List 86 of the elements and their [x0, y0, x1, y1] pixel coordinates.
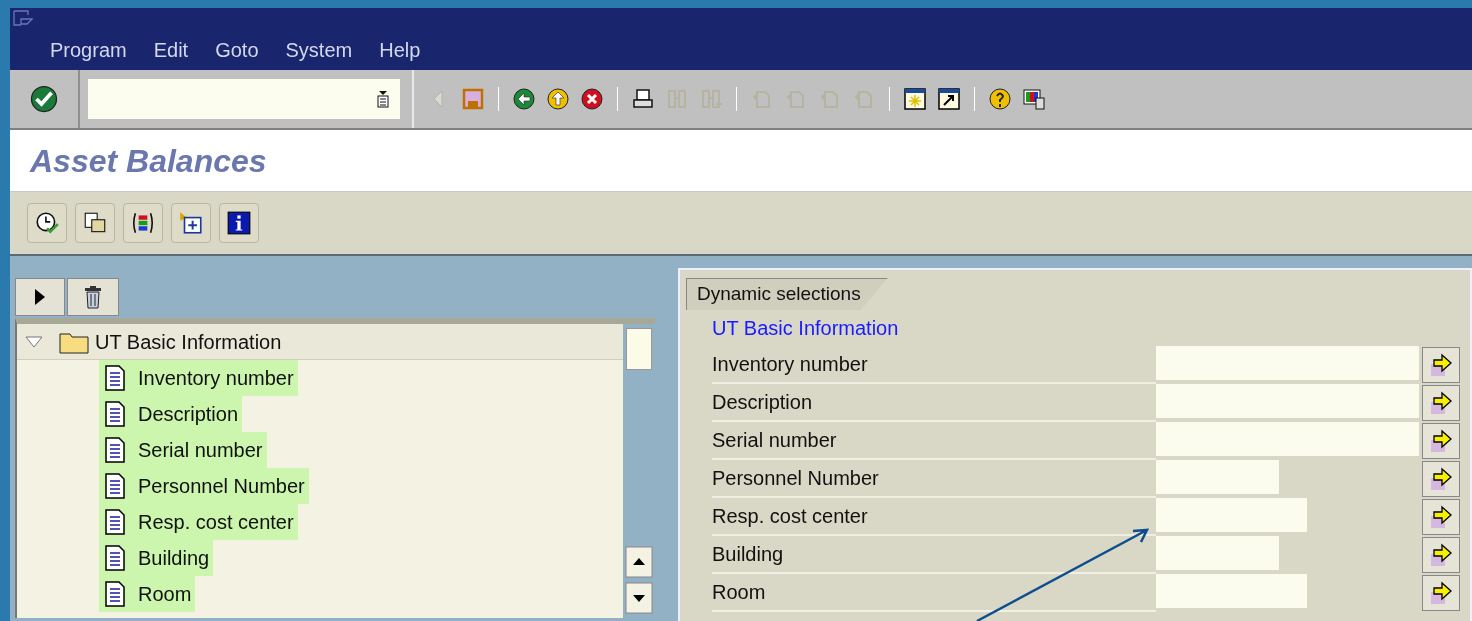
play-icon — [34, 288, 46, 306]
checkmark-icon[interactable] — [29, 84, 59, 114]
monitor-icon[interactable] — [1022, 87, 1046, 111]
screen-title: Asset Balances — [30, 141, 267, 181]
dropdown-icon — [376, 90, 390, 108]
arrow-button[interactable] — [1422, 385, 1460, 421]
expand-button[interactable] — [15, 278, 65, 316]
help-icon[interactable] — [988, 87, 1012, 111]
document-icon — [104, 545, 126, 571]
clock-check-icon — [34, 210, 60, 236]
tree-item-label: Resp. cost center — [138, 510, 294, 535]
menu-item[interactable]: Program — [50, 40, 127, 60]
scroll-up-icon[interactable] — [625, 546, 653, 578]
toolbar-button[interactable] — [123, 203, 163, 243]
right-arrow-icon — [1428, 580, 1454, 606]
collapse-triangle-icon[interactable] — [25, 335, 43, 348]
document-icon — [104, 437, 126, 463]
field-label: Personnel Number — [712, 466, 879, 491]
right-arrow-icon — [1428, 466, 1454, 492]
tree-item[interactable]: Personnel Number — [99, 468, 309, 504]
tree-item-label: Room — [138, 582, 192, 607]
document-icon — [104, 401, 126, 427]
add-window-icon — [178, 210, 204, 236]
field-label: Resp. cost center — [712, 504, 868, 529]
shortcut-icon[interactable] — [937, 87, 961, 111]
input-field[interactable] — [1156, 460, 1279, 494]
field-label: Inventory number — [712, 352, 868, 377]
document-icon — [104, 473, 126, 499]
scroll-thumb[interactable] — [626, 328, 652, 370]
tree-item-label: Description — [138, 402, 239, 427]
right-arrow-icon — [1428, 542, 1454, 568]
arrow-button[interactable] — [1422, 575, 1460, 611]
tree-item-label: Personnel Number — [138, 474, 305, 499]
toolbar-button[interactable] — [219, 203, 259, 243]
field-label: Room — [712, 580, 766, 605]
toolbar-button[interactable] — [27, 203, 67, 243]
trash-icon — [83, 285, 103, 309]
tree-folder-row[interactable]: UT Basic Information — [17, 324, 623, 360]
document-icon — [104, 509, 126, 535]
arrow-button[interactable] — [1422, 347, 1460, 383]
field-label: Building — [712, 542, 784, 567]
tree-item-label: Inventory number — [138, 366, 294, 391]
toolbar-button[interactable] — [75, 203, 115, 243]
input-field[interactable] — [1156, 346, 1419, 380]
cancel-icon[interactable] — [580, 87, 604, 111]
arrow-button[interactable] — [1422, 499, 1460, 535]
document-icon — [104, 581, 126, 607]
tree-item[interactable]: Resp. cost center — [99, 504, 298, 540]
menu-item[interactable]: System — [285, 40, 353, 60]
tab[interactable]: Dynamic selections — [686, 278, 889, 310]
right-arrow-icon — [1428, 352, 1454, 378]
tree-item[interactable]: Serial number — [99, 432, 267, 468]
new-window-icon[interactable] — [903, 87, 927, 111]
right-arrow-icon — [1428, 428, 1454, 454]
tree-item: UT Basic Information — [95, 329, 282, 355]
menu-item[interactable]: Edit — [153, 40, 189, 60]
arrow-button[interactable] — [1422, 537, 1460, 573]
field-label: Description — [712, 390, 813, 415]
arrow-button[interactable] — [1422, 423, 1460, 459]
right-arrow-icon — [1428, 390, 1454, 416]
tree-item[interactable]: Room — [99, 576, 196, 612]
command-field[interactable] — [88, 79, 400, 119]
menu-item[interactable]: Goto — [215, 40, 259, 60]
scroll-down-icon[interactable] — [625, 582, 653, 614]
window-menu-icon[interactable] — [13, 10, 33, 26]
arrow-button[interactable] — [1422, 461, 1460, 497]
color-bars-icon — [130, 210, 156, 236]
tree-item[interactable]: Description — [99, 396, 243, 432]
tree-item-label: Building — [138, 546, 210, 571]
tree-item[interactable]: Inventory number — [99, 360, 298, 396]
field-label: Serial number — [712, 428, 837, 453]
printer-icon[interactable] — [631, 87, 655, 111]
toolbar-button[interactable] — [171, 203, 211, 243]
input-field[interactable] — [1156, 498, 1307, 532]
document-icon — [104, 365, 126, 391]
input-field[interactable] — [1156, 574, 1307, 608]
right-arrow-icon — [1428, 504, 1454, 530]
input-field[interactable] — [1156, 536, 1279, 570]
tree-item[interactable]: Building — [99, 540, 214, 576]
group-title: UT Basic Information — [712, 316, 900, 341]
menu-item[interactable]: Help — [379, 40, 421, 60]
input-field[interactable] — [1156, 422, 1419, 456]
delete-button[interactable] — [67, 278, 119, 316]
tree-item-label: Serial number — [138, 438, 263, 463]
info-icon — [226, 210, 252, 236]
input-field[interactable] — [1156, 384, 1419, 418]
